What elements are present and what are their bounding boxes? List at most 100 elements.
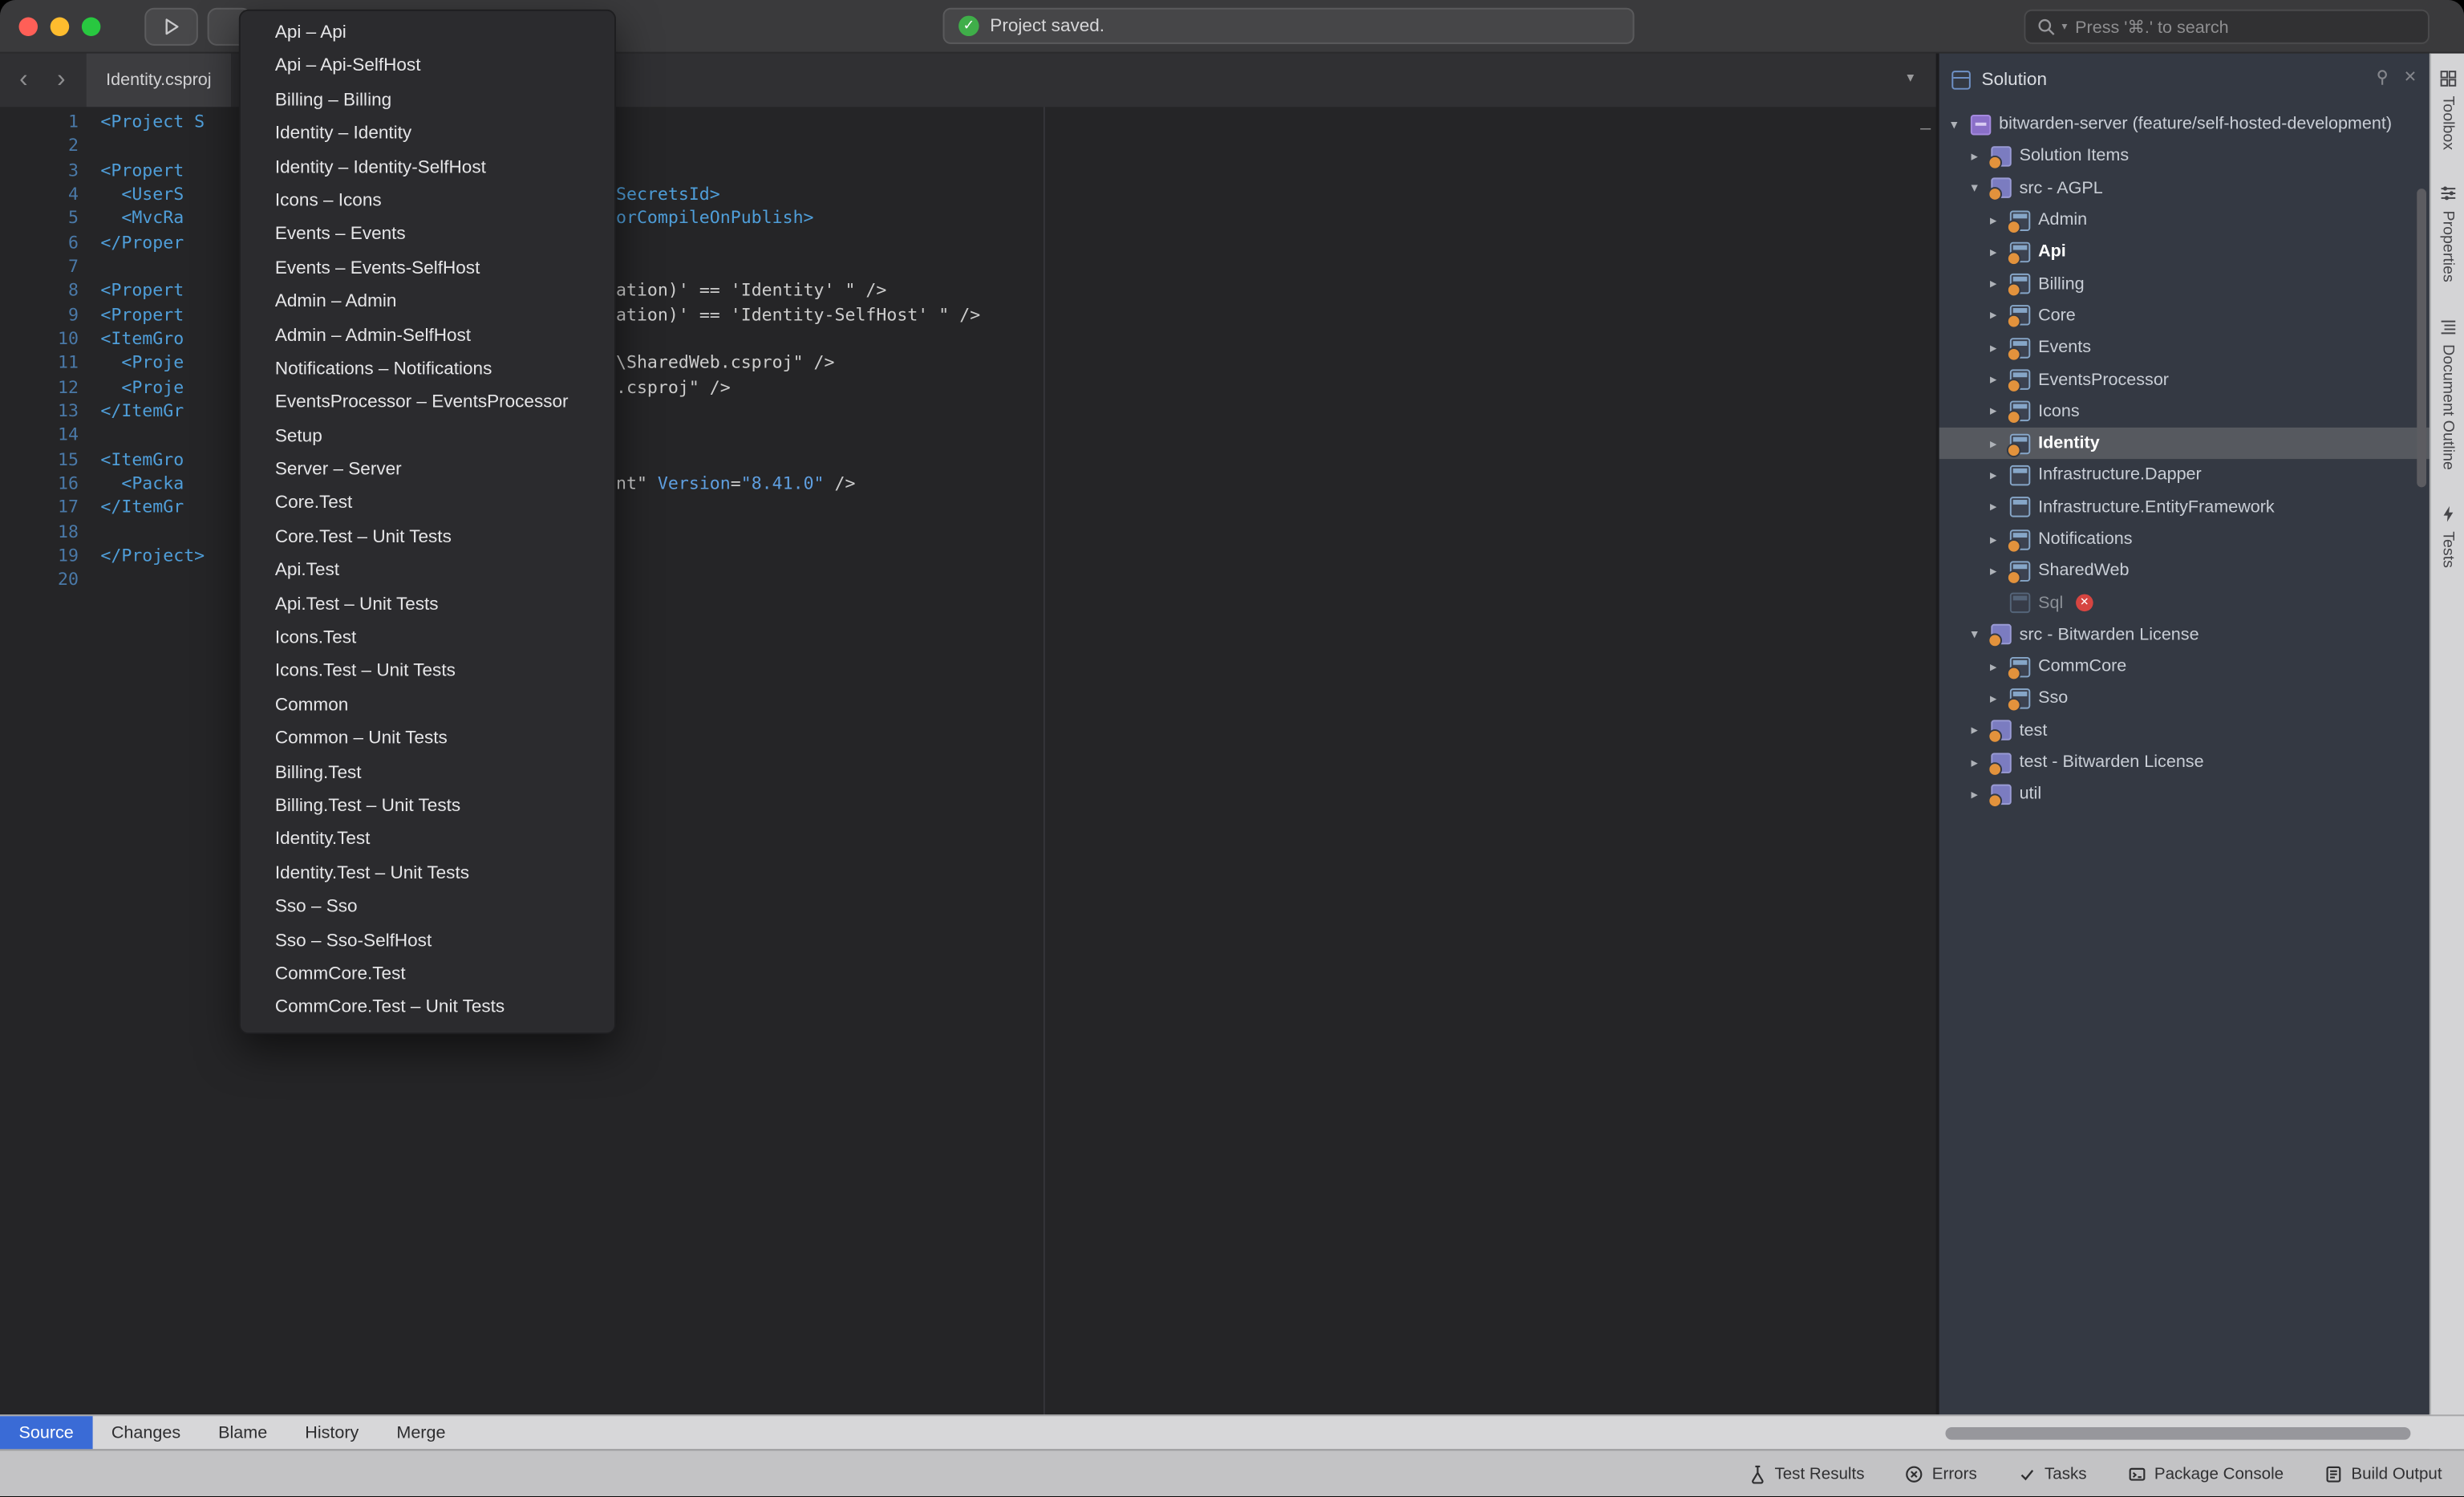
- dock-tab-toolbox[interactable]: Toolbox: [2438, 69, 2458, 150]
- search-input[interactable]: ▾ Press '⌘.' to search: [2024, 10, 2429, 44]
- expander-icon[interactable]: ▸: [1984, 435, 2002, 452]
- run-config-menu-item[interactable]: Identity.Test: [241, 824, 614, 858]
- run-config-menu-item[interactable]: Api.Test – Unit Tests: [241, 589, 614, 623]
- solution-tree-item[interactable]: ▸util: [1939, 778, 2430, 810]
- run-config-menu-item[interactable]: Billing.Test: [241, 757, 614, 791]
- run-config-menu-item[interactable]: CommCore.Test – Unit Tests: [241, 992, 614, 1026]
- editor-tab[interactable]: Identity.csproj: [87, 54, 231, 108]
- run-config-menu-item[interactable]: Admin – Admin-SelfHost: [241, 320, 614, 354]
- run-config-menu-item[interactable]: Api.Test: [241, 555, 614, 589]
- solution-tree-item[interactable]: ▸Admin: [1939, 204, 2430, 236]
- status-package-console[interactable]: Package Console: [2128, 1464, 2284, 1483]
- tab-changes[interactable]: Changes: [92, 1416, 199, 1449]
- run-config-menu-item[interactable]: Identity – Identity-SelfHost: [241, 152, 614, 185]
- run-config-menu-item[interactable]: Icons.Test: [241, 623, 614, 656]
- solution-tree-item[interactable]: ▸test: [1939, 715, 2430, 747]
- solution-tree-item[interactable]: ▸SharedWeb: [1939, 555, 2430, 587]
- solution-tree-item[interactable]: ▾src - AGPL: [1939, 172, 2430, 205]
- expander-icon[interactable]: ▸: [1984, 498, 2002, 516]
- run-config-menu-item[interactable]: Common: [241, 690, 614, 724]
- dock-tab-tests[interactable]: Tests: [2438, 505, 2458, 568]
- expander-icon[interactable]: ▸: [1984, 562, 2002, 580]
- run-config-menu-item[interactable]: Core.Test: [241, 488, 614, 521]
- solution-tree-item[interactable]: Sql✕: [1939, 587, 2430, 619]
- tab-blame[interactable]: Blame: [200, 1416, 286, 1449]
- expander-icon[interactable]: ▸: [1984, 658, 2002, 675]
- close-pad-icon[interactable]: ✕: [2404, 68, 2417, 86]
- expander-icon[interactable]: ▸: [1966, 785, 1984, 803]
- run-button[interactable]: [144, 8, 198, 46]
- expander-icon[interactable]: ▸: [1984, 212, 2002, 229]
- tab-merge[interactable]: Merge: [378, 1416, 464, 1449]
- run-config-menu-item[interactable]: Sso – Sso: [241, 891, 614, 925]
- run-config-menu-item[interactable]: Billing – Billing: [241, 84, 614, 118]
- expander-icon[interactable]: ▸: [1984, 371, 2002, 388]
- expander-icon[interactable]: ▾: [1945, 116, 1963, 133]
- status-build-output[interactable]: Build Output: [2324, 1464, 2442, 1483]
- status-test-results[interactable]: Test Results: [1748, 1464, 1864, 1483]
- run-config-menu-item[interactable]: Identity – Identity: [241, 118, 614, 152]
- navigate-forward-button[interactable]: ›: [47, 61, 75, 99]
- dock-tab-properties[interactable]: Properties: [2438, 185, 2458, 283]
- expander-icon[interactable]: ▸: [1984, 339, 2002, 357]
- fold-indicator[interactable]: –: [1920, 116, 1931, 138]
- solution-horizontal-scrollbar[interactable]: [1945, 1427, 2410, 1440]
- expander-icon[interactable]: ▸: [1984, 690, 2002, 708]
- run-config-menu-item[interactable]: Icons.Test – Unit Tests: [241, 656, 614, 690]
- solution-tree-item[interactable]: ▸Core: [1939, 300, 2430, 332]
- run-config-menu-item[interactable]: Sso – Sso-SelfHost: [241, 925, 614, 959]
- expander-icon[interactable]: ▸: [1984, 530, 2002, 548]
- solution-tree-item[interactable]: ▾src - Bitwarden License: [1939, 619, 2430, 651]
- run-config-menu-item[interactable]: EventsProcessor – EventsProcessor: [241, 387, 614, 421]
- solution-tree-item[interactable]: ▾bitwarden-server (feature/self-hosted-d…: [1939, 108, 2430, 140]
- dock-tab-document-outline[interactable]: Document Outline: [2438, 318, 2458, 470]
- expander-icon[interactable]: ▸: [1984, 275, 2002, 293]
- expander-icon[interactable]: ▸: [1984, 467, 2002, 485]
- run-config-menu-item[interactable]: Core.Test – Unit Tests: [241, 521, 614, 555]
- minimize-window-button[interactable]: [51, 18, 70, 37]
- solution-tree-item[interactable]: ▸Sso: [1939, 683, 2430, 715]
- run-config-menu-item[interactable]: Notifications – Notifications: [241, 354, 614, 387]
- run-config-menu-item[interactable]: Setup: [241, 420, 614, 454]
- solution-tree-item[interactable]: ▸Solution Items: [1939, 140, 2430, 172]
- run-config-menu-item[interactable]: Server – Server: [241, 454, 614, 488]
- expander-icon[interactable]: ▸: [1984, 307, 2002, 325]
- tab-source[interactable]: Source: [0, 1416, 92, 1449]
- expander-icon[interactable]: ▾: [1966, 627, 1984, 644]
- pin-icon[interactable]: [2373, 67, 2392, 87]
- solution-tree-item[interactable]: ▸Api: [1939, 236, 2430, 268]
- solution-tree-item[interactable]: ▸Identity: [1939, 428, 2430, 460]
- run-config-menu-item[interactable]: Api – Api: [241, 18, 614, 51]
- status-tasks[interactable]: Tasks: [2018, 1464, 2087, 1483]
- close-window-button[interactable]: [19, 18, 38, 37]
- run-config-menu-item[interactable]: CommCore.Test: [241, 959, 614, 992]
- solution-tree-item[interactable]: ▸EventsProcessor: [1939, 363, 2430, 396]
- run-config-menu-item[interactable]: Common – Unit Tests: [241, 724, 614, 757]
- solution-vertical-scrollbar[interactable]: [2417, 189, 2426, 487]
- expander-icon[interactable]: ▸: [1966, 754, 1984, 772]
- solution-tree-item[interactable]: ▸Billing: [1939, 268, 2430, 300]
- solution-tree-item[interactable]: ▸Infrastructure.Dapper: [1939, 460, 2430, 492]
- tab-list-chevron-icon[interactable]: ▾: [1907, 69, 1914, 87]
- solution-tree-item[interactable]: ▸test - Bitwarden License: [1939, 746, 2430, 778]
- status-errors[interactable]: Errors: [1905, 1464, 1976, 1483]
- run-config-menu-item[interactable]: Billing.Test – Unit Tests: [241, 790, 614, 824]
- solution-tree-item[interactable]: ▸Infrastructure.EntityFramework: [1939, 491, 2430, 523]
- expander-icon[interactable]: ▾: [1966, 180, 1984, 197]
- solution-tree-item[interactable]: ▸Events: [1939, 332, 2430, 364]
- run-config-menu-item[interactable]: Api – Api-SelfHost: [241, 51, 614, 84]
- expander-icon[interactable]: ▸: [1966, 148, 1984, 165]
- run-config-menu-item[interactable]: Events – Events-SelfHost: [241, 253, 614, 286]
- run-config-menu-item[interactable]: Icons – Icons: [241, 185, 614, 219]
- expander-icon[interactable]: ▸: [1984, 403, 2002, 420]
- tab-history[interactable]: History: [286, 1416, 378, 1449]
- run-config-menu-item[interactable]: Events – Events: [241, 219, 614, 253]
- solution-tree-item[interactable]: ▸CommCore: [1939, 651, 2430, 683]
- run-config-menu-item[interactable]: Identity.Test – Unit Tests: [241, 858, 614, 891]
- expander-icon[interactable]: ▸: [1966, 722, 1984, 740]
- expander-icon[interactable]: ▸: [1984, 243, 2002, 261]
- solution-tree-item[interactable]: ▸Icons: [1939, 396, 2430, 428]
- navigate-back-button[interactable]: ‹: [10, 61, 38, 99]
- zoom-window-button[interactable]: [82, 18, 101, 37]
- solution-tree-item[interactable]: ▸Notifications: [1939, 523, 2430, 555]
